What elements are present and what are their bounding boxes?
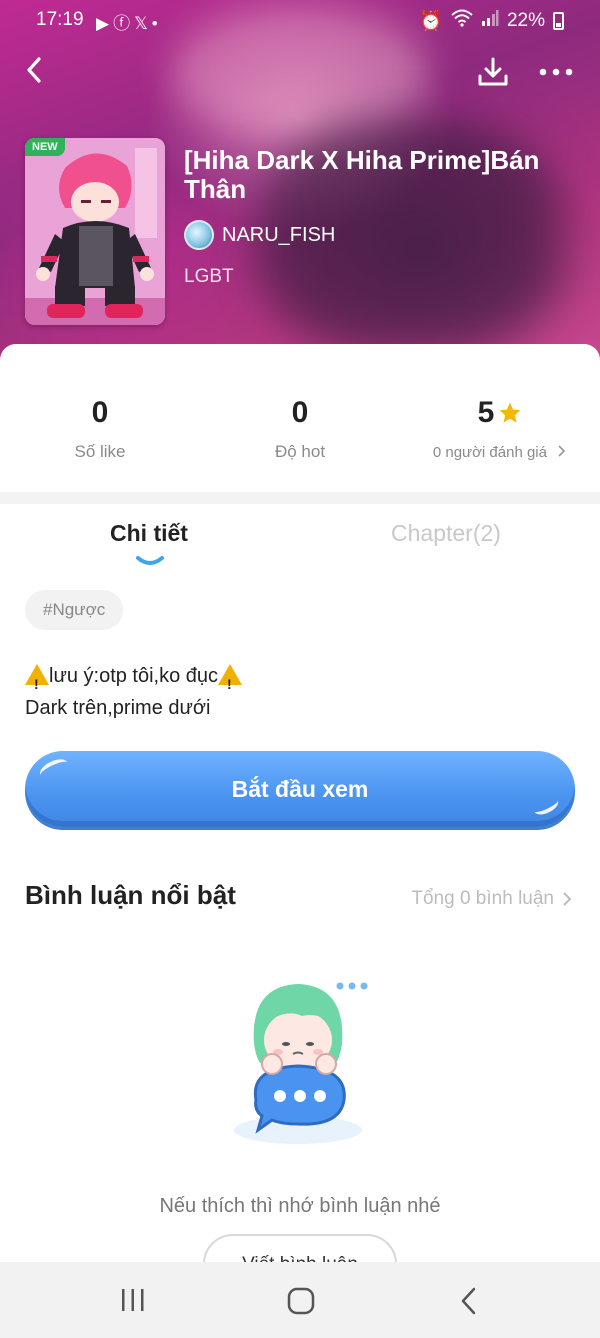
empty-comments-mascot <box>234 982 368 1144</box>
x-icon: 𝕏 <box>134 14 152 33</box>
character-illustration <box>25 138 165 325</box>
youtube-icon: ▶ <box>96 14 114 33</box>
recent-apps-icon[interactable] <box>118 1286 148 1314</box>
chevron-left-icon <box>27 57 41 83</box>
stat-rating[interactable]: 5 0 người đánh giá <box>410 396 590 461</box>
battery-icon <box>553 12 564 30</box>
likes-count: 0 <box>91 396 109 429</box>
rating-label-row: 0 người đánh giá <box>410 444 590 461</box>
star-icon <box>499 402 521 423</box>
author-name: NARU_FISH <box>222 223 336 246</box>
tag-chip[interactable]: #Ngược <box>25 590 124 630</box>
chevron-right-icon <box>558 445 566 457</box>
download-button[interactable] <box>476 56 510 88</box>
tab-bar: Chi tiết Chapter(2) <box>0 504 600 570</box>
content-card: 0 Số like 0 Độ hot 5 0 người đánh giá Ch… <box>0 344 600 1338</box>
notification-icons: ▶ⓕ𝕏• <box>96 9 162 34</box>
home-icon[interactable] <box>286 1286 316 1316</box>
warning-icon <box>25 664 49 700</box>
start-reading-button[interactable]: Bắt đầu xem <box>25 751 575 827</box>
more-dots-icon <box>539 68 573 76</box>
ratings-count-label: 0 người đánh giá <box>432 444 547 461</box>
new-badge: NEW <box>25 138 65 156</box>
comments-total-label: Tổng 0 bình luận <box>411 888 554 909</box>
description-line-1: lưu ý:otp tôi,ko đục <box>25 660 243 700</box>
author-avatar <box>184 220 214 250</box>
signal-icon <box>481 9 499 33</box>
story-title: [Hiha Dark X Hiha Prime]Bán Thân <box>184 145 540 204</box>
status-right: ⏰ 22% <box>419 9 564 33</box>
stat-likes: 0 Số like <box>40 396 160 462</box>
rating-value-row: 5 <box>410 396 590 430</box>
story-header: 17:19 ▶ⓕ𝕏• ⏰ 22% NEW [Hiha Dark X Hiha P… <box>0 0 600 380</box>
back-button[interactable] <box>20 55 50 85</box>
section-divider <box>0 492 600 504</box>
battery-percent: 22% <box>506 10 545 31</box>
stat-hot: 0 Độ hot <box>240 396 360 462</box>
description-line-2: Dark trên,prime dưới <box>25 697 211 719</box>
tab-active-indicator <box>136 556 164 565</box>
wifi-icon <box>451 9 473 33</box>
rating-value: 5 <box>477 396 495 429</box>
genre-label[interactable]: LGBT <box>184 266 234 288</box>
story-description: lưu ý:otp tôi,ko đục Dark trên,prime dướ… <box>25 660 243 724</box>
download-icon <box>478 57 508 86</box>
more-options-button[interactable] <box>538 60 574 84</box>
chevron-right-icon <box>563 892 572 906</box>
cover-image: NEW <box>25 138 165 325</box>
warning-icon <box>218 664 243 700</box>
facebook-icon: ⓕ <box>113 14 135 33</box>
author[interactable]: NARU_FISH <box>184 220 335 250</box>
empty-comments-prompt: Nếu thích thì nhớ bình luận nhé <box>159 1195 441 1217</box>
comments-total-link[interactable]: Tổng 0 bình luận <box>411 888 572 910</box>
tab-detail[interactable]: Chi tiết <box>110 520 188 547</box>
back-nav-icon[interactable] <box>458 1286 480 1316</box>
button-shine <box>37 755 71 783</box>
tab-chapter[interactable]: Chapter(2) <box>391 520 501 547</box>
hot-count: 0 <box>291 396 309 429</box>
start-reading-label: Bắt đầu xem <box>231 775 369 802</box>
description-text-1: lưu ý:otp tôi,ko đục <box>49 665 219 687</box>
stats-row: 0 Số like 0 Độ hot 5 0 người đánh giá <box>0 344 600 492</box>
likes-label: Số like <box>74 442 126 461</box>
hot-label: Độ hot <box>274 442 326 461</box>
system-navigation-bar <box>0 1262 600 1338</box>
status-time: 17:19 <box>36 9 84 30</box>
button-shine <box>531 794 561 818</box>
alarm-icon: ⏰ <box>419 11 443 32</box>
status-bar: 17:19 ▶ⓕ𝕏• ⏰ 22% <box>0 0 600 40</box>
dot-icon: • <box>151 14 162 33</box>
comments-heading: Bình luận nổi bật <box>25 880 236 910</box>
